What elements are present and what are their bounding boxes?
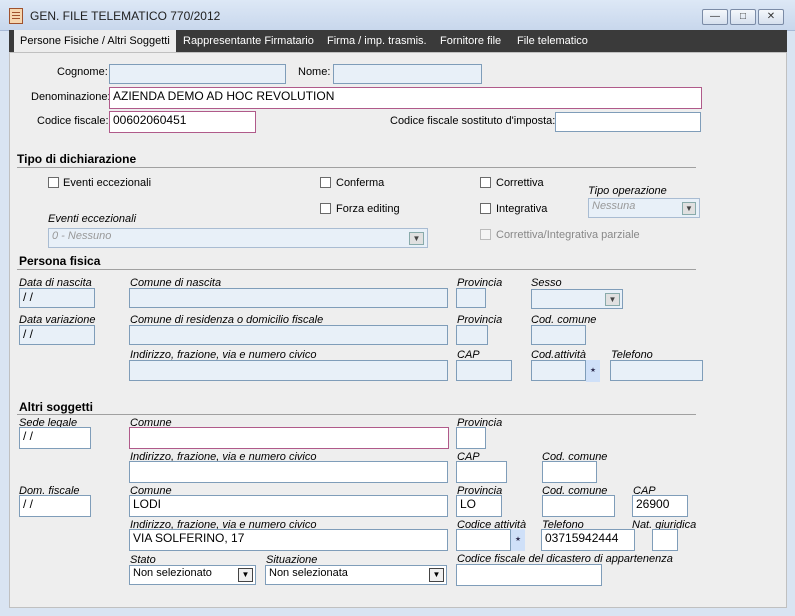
eventi-label: Eventi eccezionali xyxy=(48,213,137,225)
provincia-field[interactable] xyxy=(456,288,486,308)
denominazione-field[interactable]: AZIENDA DEMO AD HOC REVOLUTION xyxy=(109,87,702,109)
data-nascita-field[interactable]: / / xyxy=(19,288,95,308)
nome-label: Nome: xyxy=(298,66,331,78)
cap-field[interactable] xyxy=(456,461,507,483)
cod-attivita-field[interactable] xyxy=(531,360,586,381)
cf-sostituto-label: Codice fiscale sostituto d'imposta: xyxy=(390,115,556,127)
indirizzo-field[interactable] xyxy=(129,360,448,381)
codice-fiscale-label: Codice fiscale: xyxy=(37,115,109,127)
chevron-down-icon[interactable]: ▼ xyxy=(238,568,253,582)
window-title: GEN. FILE TELEMATICO 770/2012 xyxy=(30,9,221,23)
provincia-field[interactable] xyxy=(456,427,486,449)
cf-sostituto-field[interactable] xyxy=(555,112,701,132)
data-variazione-field[interactable]: / / xyxy=(19,325,95,345)
eventi-eccezionali-cb-label: Eventi eccezionali xyxy=(63,177,152,189)
tab-persone-fisiche[interactable]: Persone Fisiche / Altri Soggetti xyxy=(14,30,176,52)
integrativa-label: Integrativa xyxy=(496,203,548,215)
chevron-down-icon[interactable]: ▼ xyxy=(409,232,424,245)
conferma-label: Conferma xyxy=(336,177,385,189)
sede-legale-field[interactable]: / / xyxy=(19,427,91,449)
cod-comune2-field[interactable] xyxy=(542,495,615,517)
chevron-down-icon[interactable]: ▼ xyxy=(605,293,620,306)
tab-file-telematico[interactable]: File telematico xyxy=(511,30,594,52)
stato-select[interactable]: Non selezionato xyxy=(129,565,256,585)
altri-divider xyxy=(17,414,696,415)
chevron-down-icon[interactable]: ▼ xyxy=(682,202,696,215)
cap-field[interactable] xyxy=(456,360,512,381)
tab-bar: Persone Fisiche / Altri Soggetti Rappres… xyxy=(9,30,787,52)
altri-section-title: Altri soggetti xyxy=(19,400,93,414)
tipo-section-title: Tipo di dichiarazione xyxy=(17,152,137,166)
cf-dicastero-field[interactable] xyxy=(456,564,602,586)
chevron-down-icon[interactable]: ▼ xyxy=(429,568,444,582)
tab-rappresentante[interactable]: Rappresentante Firmatario xyxy=(177,30,320,52)
telefono2-field[interactable]: 03715942444 xyxy=(541,529,635,551)
integrativa-checkbox[interactable] xyxy=(480,203,491,214)
telefono-field[interactable] xyxy=(610,360,703,381)
cognome-label: Cognome: xyxy=(57,66,108,78)
persona-divider xyxy=(17,269,696,270)
forza-editing-label: Forza editing xyxy=(336,203,400,215)
document-icon xyxy=(9,8,23,24)
maximize-icon[interactable]: □ xyxy=(730,9,756,25)
zoom-icon[interactable]: ⋆ xyxy=(511,529,525,551)
comune2-field[interactable]: LODI xyxy=(129,495,448,517)
provincia2-field[interactable] xyxy=(456,325,488,345)
correttiva-parziale-checkbox[interactable] xyxy=(480,229,491,240)
situazione-select[interactable]: Non selezionata xyxy=(265,565,447,585)
tipo-divider xyxy=(17,167,696,168)
cod-comune-field[interactable] xyxy=(531,325,586,345)
correttiva-checkbox[interactable] xyxy=(480,177,491,188)
tipo-operazione-label: Tipo operazione xyxy=(588,185,667,197)
nome-field[interactable] xyxy=(333,64,482,84)
zoom-icon[interactable]: ⋆ xyxy=(586,360,600,382)
cap2-field[interactable]: 26900 xyxy=(632,495,688,517)
tab-fornitore[interactable]: Fornitore file xyxy=(434,30,507,52)
nat-giuridica-field[interactable] xyxy=(652,529,678,551)
tab-firma[interactable]: Firma / imp. trasmis. xyxy=(321,30,433,52)
conferma-checkbox[interactable] xyxy=(320,177,331,188)
indirizzo2-field[interactable]: VIA SOLFERINO, 17 xyxy=(129,529,448,551)
eventi-select[interactable]: 0 - Nessuno xyxy=(48,228,428,248)
comune-residenza-field[interactable] xyxy=(129,325,448,345)
comune-nascita-field[interactable] xyxy=(129,288,448,308)
eventi-eccezionali-checkbox[interactable] xyxy=(48,177,59,188)
correttiva-label: Correttiva xyxy=(496,177,544,189)
minimize-icon[interactable]: — xyxy=(702,9,728,25)
indirizzo-field[interactable] xyxy=(129,461,448,483)
dom-fiscale-field[interactable]: / / xyxy=(19,495,91,517)
correttiva-parziale-label: Correttiva/Integrativa parziale xyxy=(496,229,640,241)
codice-fiscale-field[interactable]: 00602060451 xyxy=(109,111,256,133)
denominazione-label: Denominazione: xyxy=(31,91,111,103)
cod-comune-field[interactable] xyxy=(542,461,597,483)
comune-field[interactable] xyxy=(129,427,449,449)
persona-section-title: Persona fisica xyxy=(19,254,101,268)
forza-editing-checkbox[interactable] xyxy=(320,203,331,214)
sesso-label: Sesso xyxy=(531,277,562,289)
cognome-field[interactable] xyxy=(109,64,286,84)
codice-attivita-field[interactable] xyxy=(456,529,511,551)
close-icon[interactable]: ✕ xyxy=(758,9,784,25)
provincia2-field[interactable]: LO xyxy=(456,495,502,517)
